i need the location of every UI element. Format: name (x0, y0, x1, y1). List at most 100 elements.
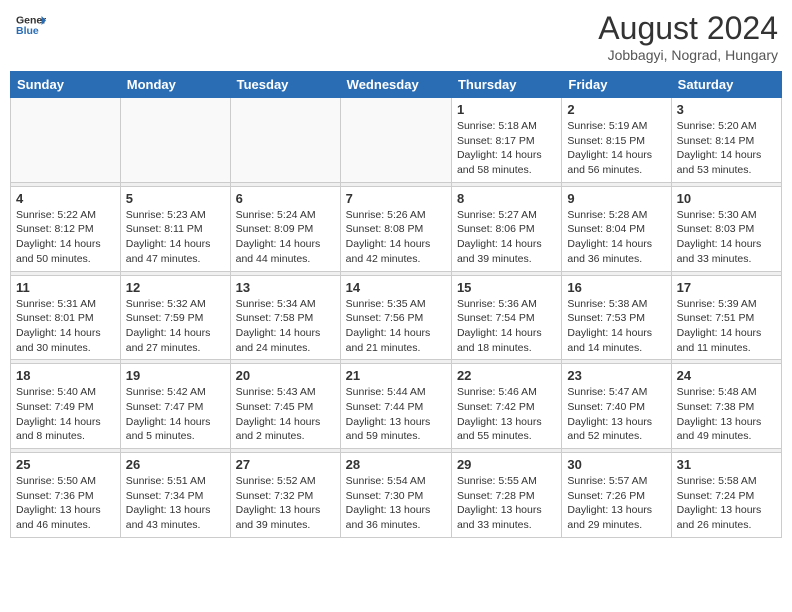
day-number: 19 (126, 368, 225, 383)
day-number: 2 (567, 102, 665, 117)
day-number: 29 (457, 457, 556, 472)
day-info: Sunrise: 5:31 AM Sunset: 8:01 PM Dayligh… (16, 297, 115, 356)
day-number: 31 (677, 457, 776, 472)
day-number: 24 (677, 368, 776, 383)
calendar-week-row: 18Sunrise: 5:40 AM Sunset: 7:49 PM Dayli… (11, 364, 782, 449)
day-info: Sunrise: 5:54 AM Sunset: 7:30 PM Dayligh… (346, 474, 446, 533)
day-info: Sunrise: 5:44 AM Sunset: 7:44 PM Dayligh… (346, 385, 446, 444)
day-info: Sunrise: 5:35 AM Sunset: 7:56 PM Dayligh… (346, 297, 446, 356)
calendar-cell: 25Sunrise: 5:50 AM Sunset: 7:36 PM Dayli… (11, 453, 121, 538)
calendar-cell: 17 Sunrise: 5:39 AM Sunset: 7:51 PM Dayli… (671, 275, 781, 360)
day-number: 11 (16, 280, 115, 295)
day-number: 8 (457, 191, 556, 206)
calendar-cell: 5 Sunrise: 5:23 AM Sunset: 8:11 PM Daylig… (120, 186, 230, 271)
day-number: 28 (346, 457, 446, 472)
calendar-cell: 21 Sunrise: 5:44 AM Sunset: 7:44 PM Dayli… (340, 364, 451, 449)
calendar-cell: 28 Sunrise: 5:54 AM Sunset: 7:30 PM Dayli… (340, 453, 451, 538)
calendar-cell: 6 Sunrise: 5:24 AM Sunset: 8:09 PM Daylig… (230, 186, 340, 271)
day-number: 10 (677, 191, 776, 206)
logo-icon: General Blue (16, 10, 46, 40)
col-saturday: Saturday (671, 72, 781, 98)
day-number: 5 (126, 191, 225, 206)
col-sunday: Sunday (11, 72, 121, 98)
day-number: 16 (567, 280, 665, 295)
day-info: Sunrise: 5:46 AM Sunset: 7:42 PM Dayligh… (457, 385, 556, 444)
day-number: 30 (567, 457, 665, 472)
day-info: Sunrise: 5:50 AM Sunset: 7:36 PM Dayligh… (16, 474, 115, 533)
calendar-cell: 19 Sunrise: 5:42 AM Sunset: 7:47 PM Dayli… (120, 364, 230, 449)
location: Jobbagyi, Nograd, Hungary (598, 47, 778, 63)
calendar-cell: 20 Sunrise: 5:43 AM Sunset: 7:45 PM Dayli… (230, 364, 340, 449)
calendar-week-row: 1 Sunrise: 5:18 AM Sunset: 8:17 PM Daylig… (11, 98, 782, 183)
calendar-cell: 7 Sunrise: 5:26 AM Sunset: 8:08 PM Daylig… (340, 186, 451, 271)
day-info: Sunrise: 5:48 AM Sunset: 7:38 PM Dayligh… (677, 385, 776, 444)
day-info: Sunrise: 5:39 AM Sunset: 7:51 PM Dayligh… (677, 297, 776, 356)
calendar-cell: 14 Sunrise: 5:35 AM Sunset: 7:56 PM Dayli… (340, 275, 451, 360)
day-info: Sunrise: 5:20 AM Sunset: 8:14 PM Dayligh… (677, 119, 776, 178)
calendar-header-row: Sunday Monday Tuesday Wednesday Thursday… (11, 72, 782, 98)
calendar-cell: 11 Sunrise: 5:31 AM Sunset: 8:01 PM Dayli… (11, 275, 121, 360)
day-info: Sunrise: 5:34 AM Sunset: 7:58 PM Dayligh… (236, 297, 335, 356)
day-info: Sunrise: 5:19 AM Sunset: 8:15 PM Dayligh… (567, 119, 665, 178)
calendar-cell: 15 Sunrise: 5:36 AM Sunset: 7:54 PM Dayli… (451, 275, 561, 360)
calendar-cell: 29 Sunrise: 5:55 AM Sunset: 7:28 PM Dayli… (451, 453, 561, 538)
day-info: Sunrise: 5:40 AM Sunset: 7:49 PM Dayligh… (16, 385, 115, 444)
calendar-cell (11, 98, 121, 183)
calendar-cell: 16Sunrise: 5:38 AM Sunset: 7:53 PM Dayli… (562, 275, 671, 360)
calendar-cell: 4 Sunrise: 5:22 AM Sunset: 8:12 PM Daylig… (11, 186, 121, 271)
day-info: Sunrise: 5:26 AM Sunset: 8:08 PM Dayligh… (346, 208, 446, 267)
calendar-cell: 23 Sunrise: 5:47 AM Sunset: 7:40 PM Dayli… (562, 364, 671, 449)
day-number: 23 (567, 368, 665, 383)
day-info: Sunrise: 5:24 AM Sunset: 8:09 PM Dayligh… (236, 208, 335, 267)
col-monday: Monday (120, 72, 230, 98)
day-number: 7 (346, 191, 446, 206)
calendar-week-row: 4 Sunrise: 5:22 AM Sunset: 8:12 PM Daylig… (11, 186, 782, 271)
calendar-cell (120, 98, 230, 183)
col-friday: Friday (562, 72, 671, 98)
day-number: 4 (16, 191, 115, 206)
day-info: Sunrise: 5:58 AM Sunset: 7:24 PM Dayligh… (677, 474, 776, 533)
day-number: 21 (346, 368, 446, 383)
day-number: 27 (236, 457, 335, 472)
calendar-cell (230, 98, 340, 183)
calendar-cell: 18Sunrise: 5:40 AM Sunset: 7:49 PM Dayli… (11, 364, 121, 449)
calendar-table: Sunday Monday Tuesday Wednesday Thursday… (10, 71, 782, 538)
day-number: 26 (126, 457, 225, 472)
calendar-cell: 26Sunrise: 5:51 AM Sunset: 7:34 PM Dayli… (120, 453, 230, 538)
day-info: Sunrise: 5:36 AM Sunset: 7:54 PM Dayligh… (457, 297, 556, 356)
day-number: 22 (457, 368, 556, 383)
calendar-cell: 10 Sunrise: 5:30 AM Sunset: 8:03 PM Dayli… (671, 186, 781, 271)
day-info: Sunrise: 5:18 AM Sunset: 8:17 PM Dayligh… (457, 119, 556, 178)
calendar-cell: 31 Sunrise: 5:58 AM Sunset: 7:24 PM Dayli… (671, 453, 781, 538)
day-info: Sunrise: 5:28 AM Sunset: 8:04 PM Dayligh… (567, 208, 665, 267)
day-info: Sunrise: 5:23 AM Sunset: 8:11 PM Dayligh… (126, 208, 225, 267)
day-number: 6 (236, 191, 335, 206)
calendar-cell: 13Sunrise: 5:34 AM Sunset: 7:58 PM Dayli… (230, 275, 340, 360)
day-number: 14 (346, 280, 446, 295)
logo: General Blue (14, 10, 46, 40)
calendar-cell: 12Sunrise: 5:32 AM Sunset: 7:59 PM Dayli… (120, 275, 230, 360)
day-info: Sunrise: 5:47 AM Sunset: 7:40 PM Dayligh… (567, 385, 665, 444)
day-number: 1 (457, 102, 556, 117)
calendar-cell: 2 Sunrise: 5:19 AM Sunset: 8:15 PM Daylig… (562, 98, 671, 183)
calendar-cell: 1 Sunrise: 5:18 AM Sunset: 8:17 PM Daylig… (451, 98, 561, 183)
day-number: 20 (236, 368, 335, 383)
calendar-cell: 3Sunrise: 5:20 AM Sunset: 8:14 PM Daylig… (671, 98, 781, 183)
day-number: 17 (677, 280, 776, 295)
day-info: Sunrise: 5:42 AM Sunset: 7:47 PM Dayligh… (126, 385, 225, 444)
calendar-cell: 24 Sunrise: 5:48 AM Sunset: 7:38 PM Dayli… (671, 364, 781, 449)
day-info: Sunrise: 5:57 AM Sunset: 7:26 PM Dayligh… (567, 474, 665, 533)
calendar-cell: 22 Sunrise: 5:46 AM Sunset: 7:42 PM Dayli… (451, 364, 561, 449)
day-info: Sunrise: 5:22 AM Sunset: 8:12 PM Dayligh… (16, 208, 115, 267)
page-header: General Blue August 2024 Jobbagyi, Nogra… (10, 10, 782, 63)
col-tuesday: Tuesday (230, 72, 340, 98)
day-number: 15 (457, 280, 556, 295)
day-info: Sunrise: 5:55 AM Sunset: 7:28 PM Dayligh… (457, 474, 556, 533)
col-thursday: Thursday (451, 72, 561, 98)
day-info: Sunrise: 5:27 AM Sunset: 8:06 PM Dayligh… (457, 208, 556, 267)
day-info: Sunrise: 5:30 AM Sunset: 8:03 PM Dayligh… (677, 208, 776, 267)
day-info: Sunrise: 5:43 AM Sunset: 7:45 PM Dayligh… (236, 385, 335, 444)
day-number: 9 (567, 191, 665, 206)
calendar-week-row: 25Sunrise: 5:50 AM Sunset: 7:36 PM Dayli… (11, 453, 782, 538)
calendar-week-row: 11 Sunrise: 5:31 AM Sunset: 8:01 PM Dayli… (11, 275, 782, 360)
